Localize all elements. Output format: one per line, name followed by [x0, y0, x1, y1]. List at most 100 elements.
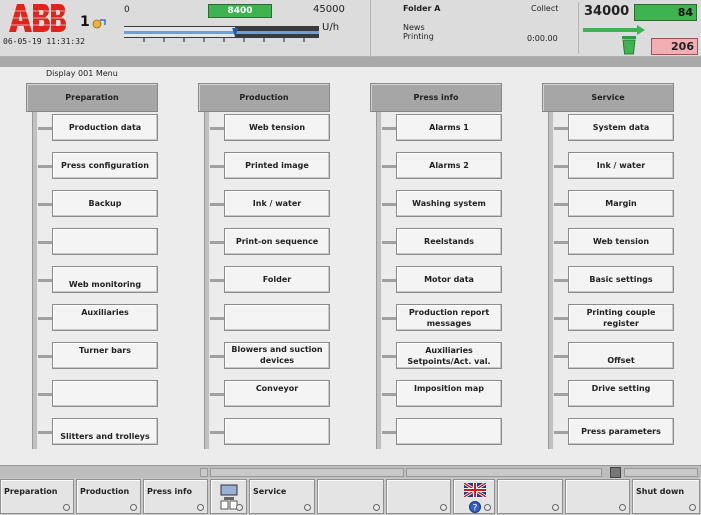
tree-branch: [382, 127, 396, 130]
tree-branch: [210, 241, 224, 244]
menu-item-row: Ink / water: [554, 152, 674, 179]
folder-status-panel: Folder A News Printing Collect 0:00.00: [370, 0, 566, 57]
tree-branch: [38, 127, 52, 130]
date-time: 06-05-19 11:31:32: [3, 37, 85, 46]
menu-button-basic-settings[interactable]: Basic settings: [568, 266, 674, 293]
softkey-preparation[interactable]: Preparation: [0, 479, 74, 514]
menu-button-web-tension[interactable]: Web tension: [568, 228, 674, 255]
menu-button-offset[interactable]: Offset: [568, 342, 674, 369]
menu-button-motor-data[interactable]: Motor data: [396, 266, 502, 293]
menu-item-row: Press parameters: [554, 418, 674, 445]
menu-button-system-data[interactable]: System data: [568, 114, 674, 141]
menu-item-row: Auxiliaries Setpoints/Act. val.: [382, 342, 502, 369]
message-icon[interactable]: [610, 467, 621, 478]
speed-unit: U/h: [322, 22, 340, 33]
menu-button-turner-bars[interactable]: Turner bars: [52, 342, 158, 369]
tree-branch: [38, 203, 52, 206]
tree-branch: [554, 203, 568, 206]
tree-branch: [382, 279, 396, 282]
softkey-empty[interactable]: [565, 479, 630, 514]
menu-item-row: Slitters and trolleys: [38, 418, 158, 445]
softkey-empty[interactable]: [317, 479, 384, 514]
tree-branch: [210, 165, 224, 168]
softkey-service[interactable]: Service: [249, 479, 315, 514]
menu-button-press-configuration[interactable]: Press configuration: [52, 152, 158, 179]
menu-button-folder[interactable]: Folder: [224, 266, 330, 293]
menu-button-production-data[interactable]: Production data: [52, 114, 158, 141]
softkey-empty[interactable]: [497, 479, 563, 514]
status-segment: [200, 468, 208, 477]
softkey-press-info[interactable]: Press info: [143, 479, 208, 514]
menu-button-empty[interactable]: [52, 380, 158, 407]
softkey-indicator: [689, 504, 696, 511]
menu-button-reelstands[interactable]: Reelstands: [396, 228, 502, 255]
menu-item-row: Folder: [210, 266, 330, 293]
menu-button-ink-water[interactable]: Ink / water: [224, 190, 330, 217]
softkey-flag-help[interactable]: ?: [453, 479, 495, 514]
softkey-label: Service: [253, 487, 287, 496]
menu-button-blowers-and-suction-devices[interactable]: Blowers and suction devices: [224, 342, 330, 369]
menu-button-print-on-sequence[interactable]: Print-on sequence: [224, 228, 330, 255]
softkey-production[interactable]: Production: [76, 479, 141, 514]
menu-button-ink-water[interactable]: Ink / water: [568, 152, 674, 179]
menu-button-printed-image[interactable]: Printed image: [224, 152, 330, 179]
softkey-monitor[interactable]: [210, 479, 247, 514]
status-segment: [624, 468, 698, 477]
tree-branch: [38, 317, 52, 320]
menu-button-imposition-map[interactable]: Imposition map: [396, 380, 502, 407]
menu-button-auxiliaries-setpoints-act-val[interactable]: Auxiliaries Setpoints/Act. val.: [396, 342, 502, 369]
menu-button-washing-system[interactable]: Washing system: [396, 190, 502, 217]
menu-item-row: Washing system: [382, 190, 502, 217]
menu-item-row: Auxiliaries: [38, 304, 158, 331]
tree-branch: [38, 165, 52, 168]
menu-item-row: Production data: [38, 114, 158, 141]
menu-item-row: Alarms 1: [382, 114, 502, 141]
menu-button-auxiliaries[interactable]: Auxiliaries: [52, 304, 158, 331]
menu-button-drive-setting[interactable]: Drive setting: [568, 380, 674, 407]
menu-item-row: Printing couple register: [554, 304, 674, 331]
abb-logo: [6, 4, 66, 32]
tree-branch: [38, 279, 52, 282]
softkey-shut-down[interactable]: Shut down: [632, 479, 700, 514]
menu-item-row: Blowers and suction devices: [210, 342, 330, 369]
tree-branch: [38, 431, 52, 434]
menu-button-web-tension[interactable]: Web tension: [224, 114, 330, 141]
menu-column-header[interactable]: Preparation: [26, 83, 158, 112]
menu-button-slitters-and-trolleys[interactable]: Slitters and trolleys: [52, 418, 158, 445]
menu-button-backup[interactable]: Backup: [52, 190, 158, 217]
status-segment: [210, 468, 404, 477]
softkey-indicator: [619, 504, 626, 511]
menu-column-header[interactable]: Press info: [370, 83, 502, 112]
menu-item-row: [38, 380, 158, 407]
menu-column-header[interactable]: Production: [198, 83, 330, 112]
menu-item-row: Ink / water: [210, 190, 330, 217]
menu-item-row: Motor data: [382, 266, 502, 293]
tree-branch: [210, 431, 224, 434]
tree-branch: [210, 127, 224, 130]
tree-branch: [554, 127, 568, 130]
menu-button-empty[interactable]: [52, 228, 158, 255]
menu-button-alarms-2[interactable]: Alarms 2: [396, 152, 502, 179]
recipe-swap-icon: [92, 19, 106, 29]
tree-branch: [554, 355, 568, 358]
menu-item-row: Printed image: [210, 152, 330, 179]
softkey-empty[interactable]: [386, 479, 451, 514]
menu-button-empty[interactable]: [396, 418, 502, 445]
menu-button-web-monitoring[interactable]: Web monitoring: [52, 266, 158, 293]
menu-item-row: Web monitoring: [38, 266, 158, 293]
menu-button-production-report-messages[interactable]: Production report messages: [396, 304, 502, 331]
menu-button-empty[interactable]: [224, 418, 330, 445]
speed-min-label: 0: [124, 5, 130, 15]
menu-button-margin[interactable]: Margin: [568, 190, 674, 217]
tree-branch: [382, 317, 396, 320]
menu-button-conveyor[interactable]: Conveyor: [224, 380, 330, 407]
menu-button-alarms-1[interactable]: Alarms 1: [396, 114, 502, 141]
tree-branch: [38, 355, 52, 358]
press-status: Printing: [403, 32, 434, 41]
menu-button-press-parameters[interactable]: Press parameters: [568, 418, 674, 445]
tree-branch: [554, 431, 568, 434]
menu-column-header[interactable]: Service: [542, 83, 674, 112]
menu-button-empty[interactable]: [224, 304, 330, 331]
menu-button-printing-couple-register[interactable]: Printing couple register: [568, 304, 674, 331]
menu-column-press-info: Press info Alarms 1 Alarms 2 Washing system…: [370, 83, 502, 463]
